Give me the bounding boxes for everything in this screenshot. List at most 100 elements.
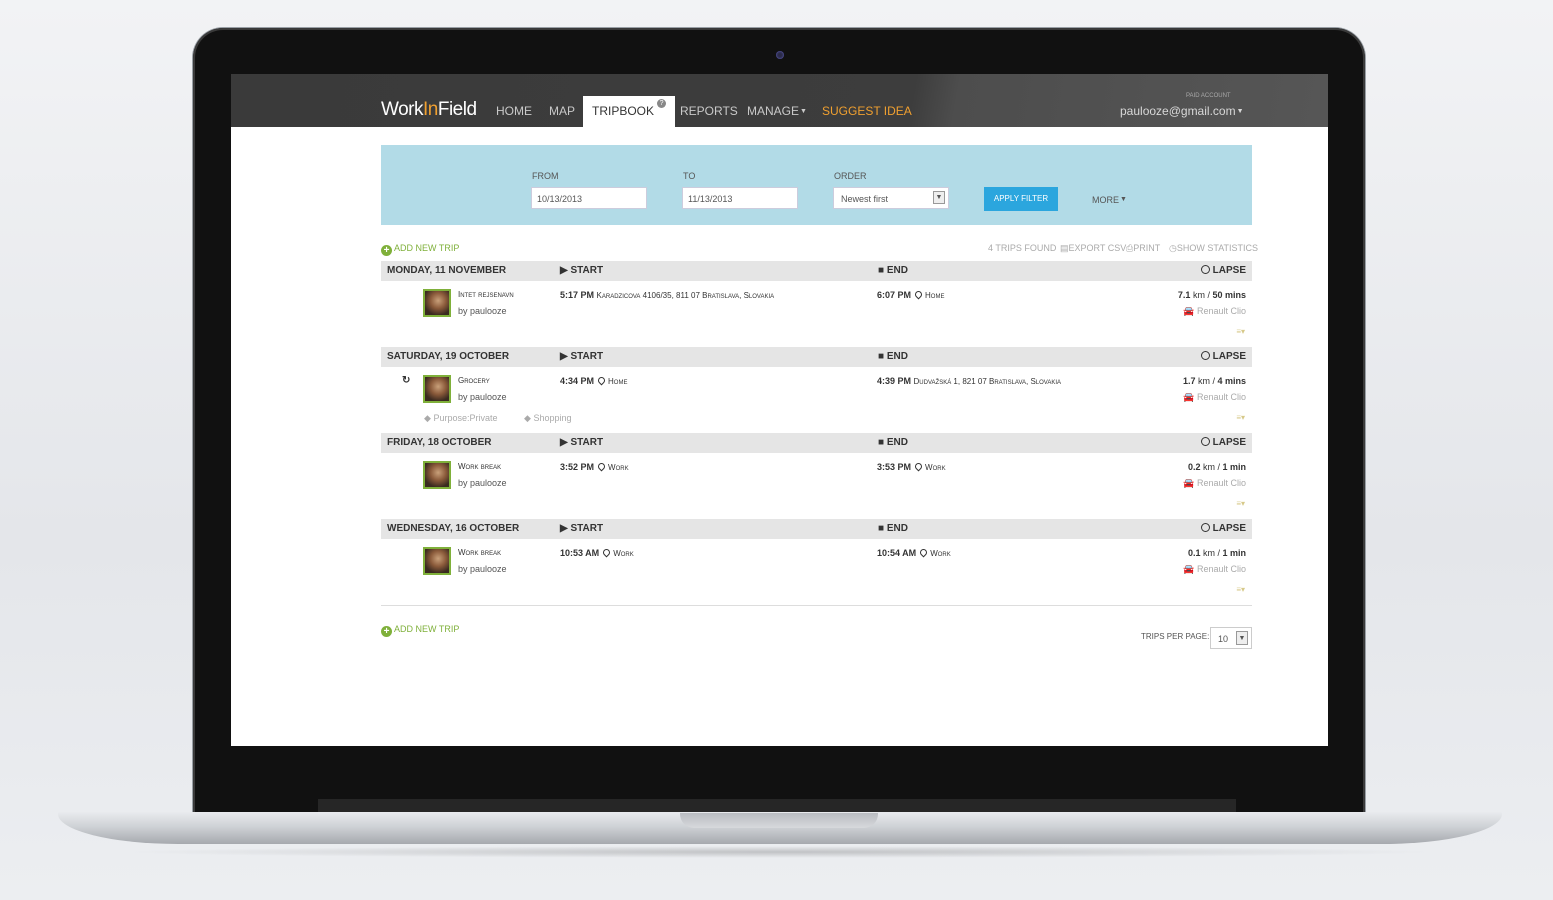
trip-name[interactable]: Grocery — [458, 376, 490, 385]
end-location[interactable]: Home — [925, 291, 944, 300]
repeat-icon[interactable]: ↻ — [402, 375, 410, 386]
start-label: START — [570, 351, 604, 362]
trip-end: 6:07 PM Home — [877, 289, 944, 300]
row-menu-icon[interactable]: ≡▾ — [1236, 585, 1245, 594]
lapse-label: LAPSE — [1212, 265, 1246, 276]
trip-vehicle: 🚘 Renault Clio — [1183, 478, 1246, 489]
trip-vehicle: 🚘 Renault Clio — [1183, 306, 1246, 317]
export-csv-link[interactable]: ▤EXPORT CSV — [1060, 243, 1126, 254]
end-column-header: ■ END — [878, 265, 908, 276]
start-location[interactable]: Karadzicova 4106/35, 811 07 Bratislava, … — [597, 291, 775, 300]
add-trip-label: ADD NEW TRIP — [394, 243, 460, 253]
account-menu[interactable]: paulooze@gmail.com▼ — [1120, 104, 1244, 118]
more-filters-toggle[interactable]: MORE▼ — [1092, 195, 1127, 205]
laptop-hinge — [318, 799, 1236, 812]
map-pin-icon — [596, 461, 607, 472]
add-new-trip-link-bottom[interactable]: + ADD NEW TRIP — [381, 624, 459, 637]
row-menu-icon[interactable]: ≡▾ — [1236, 413, 1245, 422]
trips-found-count: 4 TRIPS FOUND — [988, 243, 1057, 253]
start-time: 3:52 PM — [560, 462, 595, 472]
day-header: SATURDAY, 19 OCTOBER ▶ START ■ END LAPSE — [381, 347, 1252, 367]
trip-author: by paulooze — [458, 392, 507, 402]
nav-manage-label: MANAGE — [747, 104, 800, 118]
order-select[interactable]: Newest first ▼ — [833, 187, 949, 209]
play-icon: ▶ — [560, 437, 568, 448]
list-divider — [381, 605, 1252, 606]
tag-icon: ◆ — [524, 413, 531, 423]
trips-per-page-select[interactable]: 10 ▼ — [1210, 627, 1252, 649]
nav-map[interactable]: MAP — [549, 104, 575, 118]
end-time: 10:54 AM — [877, 548, 917, 558]
trip-name[interactable]: Intet rejsenavn — [458, 290, 514, 299]
avatar[interactable] — [423, 547, 451, 575]
end-label: END — [886, 523, 908, 534]
distance-unit: km — [1192, 290, 1205, 300]
start-label: START — [570, 265, 604, 276]
start-location[interactable]: Work — [613, 549, 634, 558]
trip-distance-duration: 0.2 km / 1 min — [1187, 462, 1246, 472]
play-icon: ▶ — [560, 265, 568, 276]
lapse-column-header: LAPSE — [1200, 351, 1246, 362]
add-new-trip-link[interactable]: + ADD NEW TRIP — [381, 243, 459, 256]
app-logo[interactable]: WorkInField — [381, 99, 477, 121]
avatar[interactable] — [423, 461, 451, 489]
trip-tag[interactable]: ◆ Purpose:Private — [424, 413, 497, 424]
apply-filter-button[interactable]: APPLY FILTER — [984, 187, 1058, 211]
trips-per-page-label: TRIPS PER PAGE: — [1141, 632, 1210, 641]
end-column-header: ■ END — [878, 351, 908, 362]
nav-suggest-idea[interactable]: SUGGEST IDEA — [822, 104, 912, 118]
duration-value: 50 mins — [1212, 290, 1246, 300]
from-date-input[interactable]: 10/13/2013 — [531, 187, 647, 209]
trip-name[interactable]: Work break — [458, 462, 501, 471]
avatar[interactable] — [423, 289, 451, 317]
nav-reports[interactable]: REPORTS — [680, 104, 738, 118]
map-pin-icon — [601, 547, 612, 558]
trip-start: 5:17 PM Karadzicova 4106/35, 811 07 Brat… — [560, 290, 774, 300]
logo-work: Work — [381, 99, 423, 120]
end-location[interactable]: Work — [930, 549, 951, 558]
logo-in: In — [422, 99, 438, 120]
trip-distance-duration: 1.7 km / 4 mins — [1182, 376, 1246, 386]
trip-vehicle: 🚘 Renault Clio — [1183, 564, 1246, 575]
trip-distance-duration: 7.1 km / 50 mins — [1177, 290, 1246, 300]
map-pin-icon — [918, 547, 929, 558]
to-date-input[interactable]: 11/13/2013 — [682, 187, 798, 209]
day-date: MONDAY, 11 NOVEMBER — [387, 265, 507, 276]
row-menu-icon[interactable]: ≡▾ — [1236, 327, 1245, 336]
print-label: PRINT — [1133, 243, 1161, 253]
clock-icon — [1200, 351, 1210, 360]
distance-unit: km — [1202, 548, 1215, 558]
car-icon: 🚘 — [1183, 564, 1195, 574]
nav-home[interactable]: HOME — [496, 104, 532, 118]
start-column-header: ▶ START — [560, 437, 603, 448]
tag-label: Purpose:Private — [433, 413, 498, 423]
help-icon[interactable]: ? — [657, 99, 667, 108]
avatar-image — [425, 377, 449, 401]
start-location[interactable]: Work — [608, 463, 629, 472]
trip-start: 10:53 AM Work — [560, 547, 634, 558]
end-location[interactable]: Work — [925, 463, 946, 472]
trip-name[interactable]: Work break — [458, 548, 501, 557]
chevron-down-icon: ▼ — [933, 191, 945, 204]
trip-tag[interactable]: ◆ Shopping — [524, 413, 571, 424]
nav-tripbook[interactable]: TRIPBOOK? — [583, 96, 676, 127]
vehicle-name: Renault Clio — [1196, 478, 1246, 488]
day-header: FRIDAY, 18 OCTOBER ▶ START ■ END LAPSE — [381, 433, 1252, 453]
filter-panel: FROM 10/13/2013 TO 11/13/2013 ORDER Newe… — [381, 145, 1252, 225]
avatar-image — [425, 463, 449, 487]
start-location[interactable]: Home — [608, 377, 627, 386]
show-statistics-link[interactable]: ◷SHOW STATISTICS — [1169, 243, 1258, 254]
trip-end: 10:54 AM Work — [877, 547, 951, 558]
distance-value: 0.1 — [1187, 548, 1201, 558]
print-link[interactable]: ⎙PRINT — [1126, 243, 1160, 254]
avatar-image — [425, 549, 449, 573]
order-label: ORDER — [834, 171, 867, 181]
vehicle-name: Renault Clio — [1196, 392, 1246, 402]
lapse-label: LAPSE — [1212, 437, 1246, 448]
vehicle-name: Renault Clio — [1196, 306, 1246, 316]
start-column-header: ▶ START — [560, 351, 603, 362]
avatar[interactable] — [423, 375, 451, 403]
end-location[interactable]: Dudvažská 1, 821 07 Bratislava, Slovakia — [914, 377, 1062, 386]
row-menu-icon[interactable]: ≡▾ — [1236, 499, 1245, 508]
nav-manage[interactable]: MANAGE▼ — [747, 104, 807, 118]
